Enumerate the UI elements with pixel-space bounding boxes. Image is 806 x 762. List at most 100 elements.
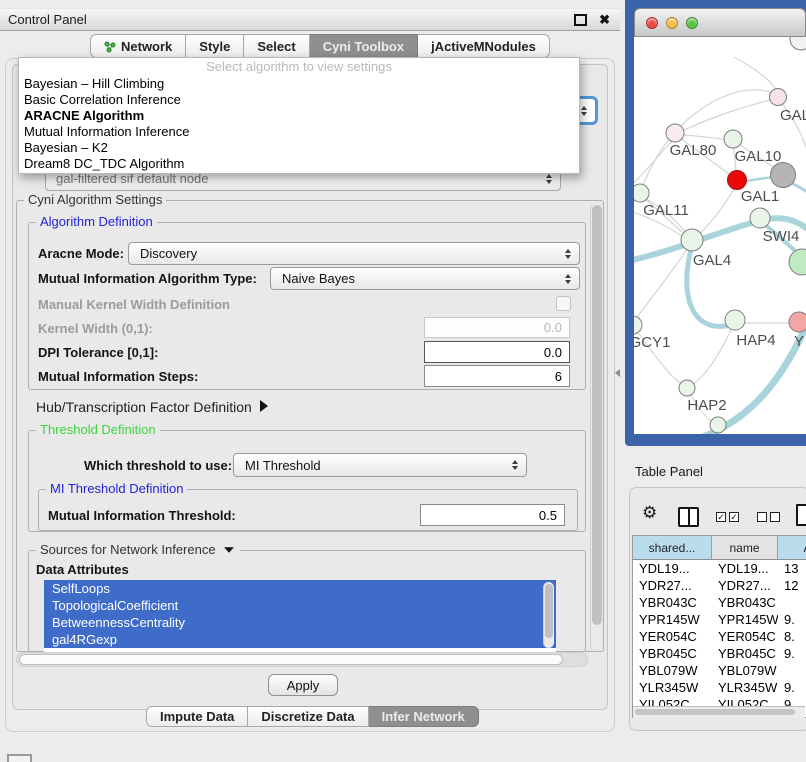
algorithm-option[interactable]: Bayesian – K2 — [19, 140, 579, 156]
node-table[interactable]: shared...nameA YDL19...YDL19...13YDR27..… — [632, 535, 806, 718]
svg-text:GAL4: GAL4 — [693, 252, 731, 269]
hub-definition-toggle[interactable]: Hub/Transcription Factor Definition — [36, 399, 268, 415]
file-icon[interactable] — [796, 504, 806, 526]
table-cell: 9. — [778, 645, 806, 662]
table-row[interactable]: YBL079WYBL079W — [633, 662, 806, 679]
cyni-bottom-tabs: Impute Data Discretize Data Infer Network — [146, 706, 479, 727]
algorithm-option[interactable]: ARACNE Algorithm — [19, 108, 579, 124]
tab-infer-network[interactable]: Infer Network — [369, 706, 479, 727]
gear-icon[interactable]: ⚙ — [642, 503, 657, 523]
table-row[interactable]: YBR045CYBR045C9. — [633, 645, 806, 662]
column-header-name[interactable]: name — [712, 536, 778, 560]
sources-title[interactable]: Sources for Network Inference — [36, 542, 240, 557]
tab-style[interactable]: Style — [186, 34, 244, 58]
zoom-light-icon[interactable] — [686, 17, 698, 29]
tab-label: jActiveMNodules — [431, 39, 536, 54]
settings-vertical-scrollbar[interactable] — [590, 203, 603, 651]
table-row[interactable]: YLR345WYLR345W9. — [633, 679, 806, 696]
list-item[interactable]: BetweennessCentrality — [44, 614, 556, 631]
algorithm-dropdown-popup: Select algorithm to view settings Bayesi… — [18, 57, 580, 174]
list-vertical-scrollbar[interactable] — [543, 582, 554, 648]
tab-label: Impute Data — [160, 709, 234, 724]
tab-cyni-toolbox[interactable]: Cyni Toolbox — [310, 34, 418, 58]
mi-algorithm-type-combo[interactable]: Naive Bayes — [270, 267, 580, 290]
mi-algorithm-type-value: Naive Bayes — [282, 271, 355, 286]
application-window: Control Panel ✖ Network Style Select Cyni T… — [0, 0, 806, 762]
tab-select[interactable]: Select — [244, 34, 309, 58]
close-light-icon[interactable] — [646, 17, 658, 29]
network-view[interactable]: GALGAL80GAL10GAL1GAL11SWI4GAL4GCY1HAP4YH… — [634, 37, 806, 434]
manual-kernel-width-label: Manual Kernel Width Definition — [38, 297, 230, 312]
table-cell: YDR27... — [712, 577, 778, 594]
column-header-shared[interactable]: shared... — [633, 536, 712, 560]
network-window-titlebar[interactable] — [634, 8, 806, 37]
cyni-algorithm-settings-title: Cyni Algorithm Settings — [24, 192, 166, 207]
network-icon — [104, 40, 116, 53]
table-cell: 9. — [778, 679, 806, 696]
manual-kernel-width-checkbox[interactable] — [556, 296, 571, 311]
table-row[interactable]: YER054CYER054C8. — [633, 628, 806, 645]
apply-button[interactable]: Apply — [268, 674, 338, 696]
algorithm-option[interactable]: Dream8 DC_TDC Algorithm — [19, 156, 579, 172]
float-icon[interactable] — [574, 14, 587, 26]
table-cell — [778, 662, 806, 679]
table-row[interactable]: YPR145WYPR145W9. — [633, 611, 806, 628]
panel-grip[interactable] — [7, 754, 32, 762]
table-cell: 13 — [778, 560, 806, 577]
algorithm-definition-title: Algorithm Definition — [36, 214, 157, 229]
tab-label: Discretize Data — [261, 709, 354, 724]
column-header-a[interactable]: A — [778, 536, 806, 560]
algorithm-option[interactable]: Mutual Information Inference — [19, 124, 579, 140]
table-cell: YBR045C — [712, 645, 778, 662]
splitter-handle[interactable] — [615, 369, 620, 377]
table-cell: 8. — [778, 628, 806, 645]
minimize-light-icon[interactable] — [666, 17, 678, 29]
table-body: YDL19...YDL19...13YDR27...YDR27...12YBR0… — [633, 560, 806, 713]
table-cell: YBR043C — [712, 594, 778, 611]
tab-discretize-data[interactable]: Discretize Data — [248, 706, 368, 727]
list-item[interactable]: SelfLoops — [44, 580, 556, 597]
list-item[interactable]: gal4RGexp — [44, 631, 556, 648]
settings-horizontal-scrollbar[interactable] — [16, 652, 588, 667]
svg-text:GCY1: GCY1 — [634, 334, 670, 351]
table-cell: YDL19... — [633, 560, 712, 577]
mi-steps-field[interactable]: 6 — [424, 365, 570, 387]
mi-threshold-definition-title: MI Threshold Definition — [46, 481, 187, 496]
tab-label: Network — [121, 39, 172, 54]
table-horizontal-scrollbar[interactable] — [633, 706, 805, 718]
table-cell: YPR145W — [712, 611, 778, 628]
mi-threshold-label: Mutual Information Threshold: — [48, 508, 236, 523]
table-cell: YBL079W — [633, 662, 712, 679]
mi-threshold-field[interactable]: 0.5 — [420, 504, 565, 526]
table-cell: YDR27... — [633, 577, 712, 594]
list-item[interactable]: TopologicalCoefficient — [44, 597, 556, 614]
table-panel-title: Table Panel — [635, 464, 703, 479]
table-cell: YLR345W — [712, 679, 778, 696]
table-row[interactable]: YBR043CYBR043C — [633, 594, 806, 611]
select-all-icon[interactable]: ✓✓ — [716, 512, 739, 522]
tab-impute-data[interactable]: Impute Data — [146, 706, 248, 727]
aracne-mode-combo[interactable]: Discovery — [128, 242, 580, 265]
dpi-tolerance-field[interactable]: 0.0 — [424, 341, 570, 363]
algorithm-option[interactable]: Bayesian – Hill Climbing — [19, 76, 579, 92]
algorithm-option[interactable]: Basic Correlation Inference — [19, 92, 579, 108]
table-row[interactable]: YDR27...YDR27...12 — [633, 577, 806, 594]
data-attributes-list[interactable]: SelfLoopsTopologicalCoefficientBetweenne… — [44, 580, 556, 652]
close-icon[interactable]: ✖ — [599, 13, 610, 26]
svg-text:GAL1: GAL1 — [741, 188, 779, 205]
table-row[interactable]: YDL19...YDL19...13 — [633, 560, 806, 577]
split-view-icon[interactable] — [678, 507, 699, 527]
svg-text:SWI4: SWI4 — [763, 228, 800, 245]
table-cell — [778, 594, 806, 611]
tab-jactivemnodules[interactable]: jActiveMNodules — [418, 34, 550, 58]
tab-label: Select — [257, 39, 295, 54]
which-threshold-combo[interactable]: MI Threshold — [233, 453, 527, 477]
deselect-all-icon[interactable] — [757, 512, 780, 522]
kernel-width-field[interactable]: 0.0 — [424, 317, 570, 338]
table-cell: YLR345W — [633, 679, 712, 696]
aracne-mode-label: Aracne Mode: — [38, 246, 124, 261]
tab-network[interactable]: Network — [90, 34, 186, 58]
algorithm-popup-items: Bayesian – Hill ClimbingBasic Correlatio… — [19, 76, 579, 172]
svg-text:GAL: GAL — [780, 107, 806, 124]
control-panel-titlebar: Control Panel ✖ — [0, 8, 620, 31]
